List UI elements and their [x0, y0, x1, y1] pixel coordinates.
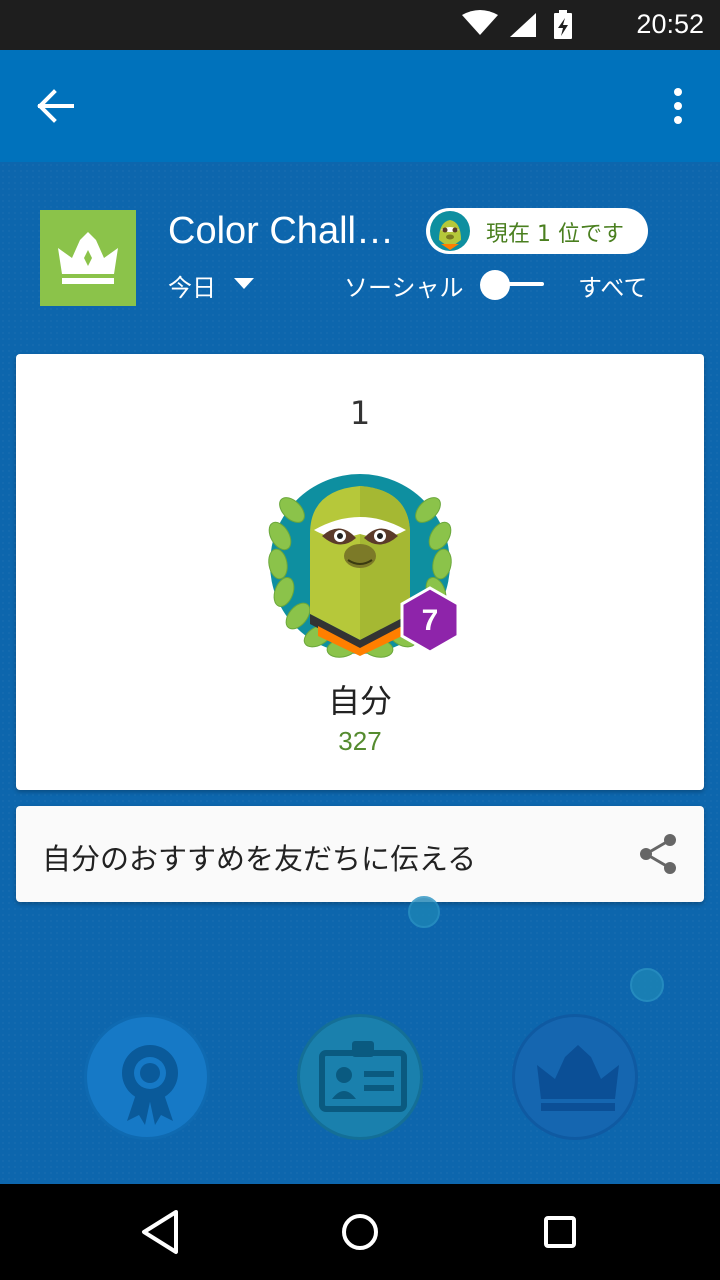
leaderboards-button[interactable] [512, 1014, 638, 1140]
app-bar [0, 50, 720, 162]
player-score: 327 [338, 726, 382, 756]
crown-icon [58, 232, 118, 284]
share-icon[interactable] [638, 832, 678, 876]
player-card-button[interactable] [297, 1014, 423, 1140]
status-icons [462, 10, 572, 39]
rank-number: 1 [349, 394, 371, 432]
achievements-button[interactable] [84, 1014, 210, 1140]
player-avatar-laurel[interactable]: 7 [252, 464, 468, 664]
player-card-icon [319, 1041, 407, 1112]
nav-recents-icon[interactable] [530, 1204, 590, 1260]
game-icon [40, 210, 136, 306]
more-vert-icon[interactable] [654, 84, 694, 128]
level-badge: 7 [400, 586, 460, 654]
share-label: 自分のおすすめを友だちに伝える [42, 842, 477, 876]
nav-back-icon[interactable] [130, 1204, 190, 1260]
status-time: 20:52 [636, 9, 704, 39]
back-arrow-icon[interactable] [26, 84, 86, 128]
wifi-icon [462, 10, 498, 35]
level-number: 7 [422, 604, 439, 637]
decorative-bubble [630, 968, 664, 1002]
dropdown-arrow-icon[interactable] [234, 278, 254, 289]
leaderboard-crown-icon [537, 1045, 619, 1111]
period-selector[interactable]: 今日 [168, 268, 216, 303]
status-bar: 20:52 [0, 0, 720, 50]
rank-status-pill: 現在 1 位です [426, 208, 648, 254]
battery-icon [554, 10, 572, 39]
player-name: 自分 [327, 682, 392, 720]
player-avatar-small [430, 211, 470, 251]
toggle-thumb[interactable] [480, 270, 510, 300]
game-title: Color Chall… [168, 210, 394, 252]
decorative-bubble [408, 896, 440, 928]
system-nav-bar [0, 1184, 720, 1280]
sloth-face-icon [310, 486, 410, 656]
rank-status-text: 現在 1 位です [486, 222, 624, 247]
share-card[interactable]: 自分のおすすめを友だちに伝える [16, 806, 704, 902]
nav-home-icon[interactable] [330, 1204, 390, 1260]
toggle-label-social: ソーシャル [344, 274, 464, 302]
social-all-toggle[interactable] [478, 270, 548, 300]
toggle-label-all: すべて [578, 274, 648, 302]
leaderboard-card[interactable]: 1 7 自分 327 [16, 354, 704, 790]
cell-signal-icon [510, 13, 536, 37]
achievements-icon [122, 1045, 178, 1125]
